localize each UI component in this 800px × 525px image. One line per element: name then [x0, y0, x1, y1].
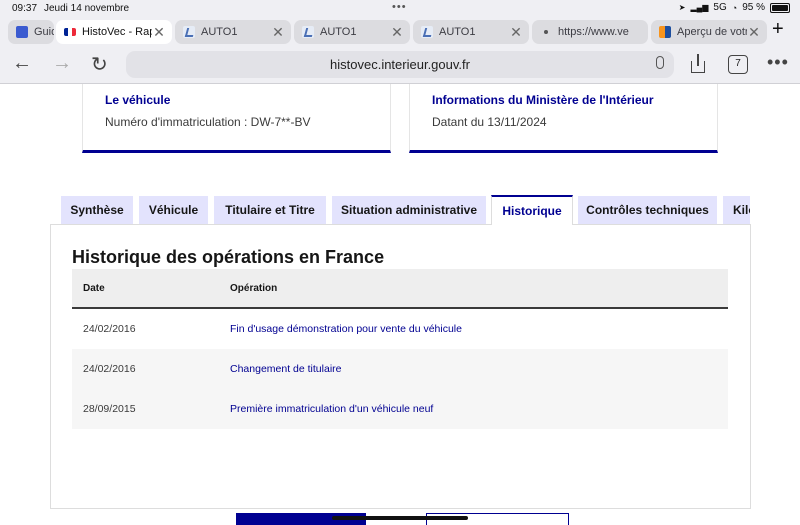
status-date: Jeudi 14 novembre — [44, 3, 130, 14]
history-title: Historique des opérations en France — [72, 247, 385, 267]
tab-titulaire[interactable]: Titulaire et Titre — [214, 196, 326, 224]
wifi-icon: ◔ — [731, 2, 738, 13]
browser-tab-title: https://www.ve — [558, 26, 629, 38]
column-date: Date — [83, 283, 105, 294]
table-header: Date Opération — [72, 269, 728, 309]
tab-kilometrage[interactable]: Kilo — [723, 196, 750, 224]
browser-tab-title: HistoVec - Rapport — [82, 26, 152, 38]
row-operation: Fin d'usage démonstration pour vente du … — [230, 323, 462, 335]
apercu-icon — [659, 26, 671, 38]
close-tab-icon[interactable]: ✕ — [390, 24, 404, 41]
multitasking-dots-icon[interactable]: ••• — [392, 1, 407, 13]
signal-icon: ▂▄▆ — [690, 3, 709, 12]
vehicle-card-title: Le véhicule — [105, 93, 171, 107]
browser-tab-bar: Guide HistoVec - Rapport ✕ AUTO1 ✕ AUTO1… — [0, 17, 800, 46]
tab-situation-administrative[interactable]: Situation administrative — [332, 196, 486, 224]
browser-tab[interactable]: AUTO1 ✕ — [294, 20, 410, 44]
microphone-icon[interactable] — [656, 56, 664, 69]
table-row: 24/02/2016 Changement de titulaire — [72, 349, 728, 389]
browser-tab-title: AUTO1 — [201, 26, 238, 38]
column-operation: Opération — [230, 283, 278, 294]
browser-tab-title: AUTO1 — [439, 26, 476, 38]
ministry-card-title: Informations du Ministère de l'Intérieur — [432, 93, 654, 107]
tab-synthese[interactable]: Synthèse — [61, 196, 133, 224]
tab-historique[interactable]: Historique — [491, 195, 573, 225]
tab-vehicule[interactable]: Véhicule — [139, 196, 208, 224]
row-date: 24/02/2016 — [83, 323, 136, 335]
browser-tab-active[interactable]: HistoVec - Rapport ✕ — [56, 20, 172, 44]
close-tab-icon[interactable]: ✕ — [271, 24, 285, 41]
row-operation: Changement de titulaire — [230, 363, 342, 375]
battery-icon — [770, 2, 790, 13]
tab-count-button[interactable]: 7 — [728, 55, 748, 74]
ministry-date: Datant du 13/11/2024 — [432, 115, 547, 129]
auto1-icon — [183, 26, 195, 38]
browser-tab[interactable]: Aperçu de votre ✕ — [651, 20, 767, 44]
browser-tab-title: Guide — [34, 26, 54, 38]
url-field[interactable]: histovec.interieur.gouv.fr — [126, 51, 674, 78]
location-icon: ➤ — [678, 3, 686, 12]
french-flag-icon — [64, 28, 76, 36]
share-icon[interactable] — [689, 54, 707, 74]
row-date: 24/02/2016 — [83, 363, 136, 375]
auto1-icon — [302, 26, 314, 38]
tab-controles-techniques[interactable]: Contrôles techniques — [578, 196, 717, 224]
address-bar-row: ← → ↻ histovec.interieur.gouv.fr 7 ••• — [0, 46, 800, 84]
home-indicator — [332, 516, 468, 520]
status-right: ➤ ▂▄▆ 5G ◔ 95 % — [679, 2, 790, 13]
forward-arrow-icon[interactable]: → — [52, 52, 72, 75]
auto1-icon — [421, 26, 433, 38]
new-tab-icon[interactable]: + — [772, 18, 784, 41]
reload-icon[interactable]: ↻ — [91, 52, 108, 77]
dot-icon — [540, 26, 552, 38]
browser-tab[interactable]: AUTO1 ✕ — [413, 20, 529, 44]
table-row: 28/09/2015 Première immatriculation d'un… — [72, 389, 728, 429]
close-tab-icon[interactable]: ✕ — [152, 24, 166, 41]
url-text: histovec.interieur.gouv.fr — [330, 57, 470, 72]
browser-tab-title: Aperçu de votre — [677, 26, 747, 38]
guide-icon — [16, 26, 28, 38]
browser-tab[interactable]: Guide — [8, 20, 54, 44]
network-label: 5G — [713, 2, 727, 13]
registration-number: Numéro d'immatriculation : DW-7**-BV — [105, 115, 311, 129]
browser-tab-title: AUTO1 — [320, 26, 357, 38]
status-time: 09:37 — [12, 3, 38, 14]
battery-label: 95 % — [742, 2, 765, 13]
close-tab-icon[interactable]: ✕ — [747, 24, 761, 41]
more-options-icon[interactable]: ••• — [767, 52, 789, 73]
back-arrow-icon[interactable]: ← — [12, 52, 32, 75]
vehicle-card: Le véhicule Numéro d'immatriculation : D… — [82, 84, 391, 153]
close-tab-icon[interactable]: ✕ — [509, 24, 523, 41]
status-bar: 09:37 Jeudi 14 novembre ••• ➤ ▂▄▆ 5G ◔ 9… — [0, 0, 800, 17]
ministry-card: Informations du Ministère de l'Intérieur… — [409, 84, 718, 153]
row-date: 28/09/2015 — [83, 403, 136, 415]
browser-tab[interactable]: AUTO1 ✕ — [175, 20, 291, 44]
table-row: 24/02/2016 Fin d'usage démonstration pou… — [72, 309, 728, 349]
row-operation: Première immatriculation d'un véhicule n… — [230, 403, 434, 415]
browser-tab[interactable]: https://www.ve — [532, 20, 648, 44]
